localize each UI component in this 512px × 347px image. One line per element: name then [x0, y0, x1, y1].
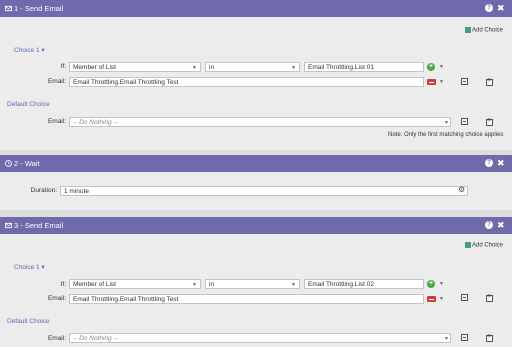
email-label: Email:: [47, 78, 66, 85]
condition-field-value: Member of List: [73, 64, 116, 71]
close-icon[interactable]: ✖: [497, 217, 505, 234]
delete-choice-icon[interactable]: [486, 333, 493, 342]
default-email-select[interactable]: -- Do Nothing -- ▼: [69, 333, 451, 343]
help-icon[interactable]: ?: [485, 4, 493, 12]
remove-icon[interactable]: [427, 296, 436, 302]
step-3-header[interactable]: 3 - Send Email ? ✖: [0, 217, 512, 234]
card-icon[interactable]: [461, 334, 468, 341]
add-value-icon[interactable]: +: [427, 63, 435, 71]
condition-operator-select[interactable]: in ▼: [205, 279, 300, 289]
delete-choice-icon[interactable]: [486, 77, 493, 86]
gear-icon[interactable]: ⚙: [458, 185, 465, 194]
condition-field-select[interactable]: Member of List ▼: [69, 279, 201, 289]
email-value: Email Throttling.Email Throttling Test: [73, 296, 179, 303]
step-2-panel: 2 - Wait ? ✖ Duration: 1 minute ⚙: [0, 155, 512, 210]
clock-icon: [5, 160, 12, 167]
chevron-down-icon[interactable]: ▼: [439, 296, 444, 302]
condition-operator-value: in: [209, 64, 215, 71]
chevron-down-icon[interactable]: ▼: [439, 79, 444, 85]
chevron-down-icon: ▼: [444, 120, 449, 126]
step-title: 2 - Wait: [14, 159, 40, 168]
help-icon[interactable]: ?: [485, 159, 493, 167]
email-value: Email Throttling.Email Throttling Test: [73, 79, 179, 86]
close-icon[interactable]: ✖: [497, 0, 505, 17]
step-2-header[interactable]: 2 - Wait ? ✖: [0, 155, 512, 172]
duration-value: 1 minute: [64, 188, 89, 195]
remove-icon[interactable]: [427, 79, 436, 85]
default-choice-label: Default Choice: [7, 101, 50, 108]
chevron-down-icon[interactable]: ▼: [439, 64, 444, 70]
add-value-icon[interactable]: +: [427, 280, 435, 288]
add-choice-label: Add Choice: [472, 27, 504, 34]
condition-field-select[interactable]: Member of List ▼: [69, 62, 201, 72]
email-input[interactable]: Email Throttling.Email Throttling Test: [69, 77, 424, 87]
duration-input[interactable]: 1 minute: [60, 186, 468, 196]
default-email-value: -- Do Nothing --: [73, 119, 118, 126]
if-label: If:: [60, 63, 66, 70]
email-label: Email:: [47, 295, 66, 302]
card-icon[interactable]: [461, 294, 468, 301]
add-choice-label: Add Choice: [472, 242, 504, 249]
add-choice-button[interactable]: Add Choice: [465, 27, 503, 34]
default-email-select[interactable]: -- Do Nothing -- ▼: [69, 117, 451, 127]
envelope-icon: [5, 5, 12, 12]
close-icon[interactable]: ✖: [497, 155, 505, 172]
card-icon[interactable]: [461, 78, 468, 85]
choice-1-toggle[interactable]: Choice 1 ▾: [14, 46, 45, 54]
chevron-down-icon: ▼: [192, 65, 197, 71]
help-icon[interactable]: ?: [485, 221, 493, 229]
condition-operator-value: in: [209, 281, 215, 288]
condition-value-input[interactable]: Email Throttling.List 02: [304, 279, 424, 289]
default-choice-label: Default Choice: [7, 318, 50, 325]
chevron-down-icon: ▼: [444, 336, 449, 342]
condition-operator-select[interactable]: in ▼: [205, 62, 300, 72]
condition-field-value: Member of List: [73, 281, 116, 288]
email-input[interactable]: Email Throttling.Email Throttling Test: [69, 294, 424, 304]
delete-choice-icon[interactable]: [486, 293, 493, 302]
default-email-value: -- Do Nothing --: [73, 335, 118, 342]
envelope-icon: [5, 222, 12, 229]
step-title: 1 - Send Email: [14, 4, 64, 13]
if-label: If:: [60, 281, 66, 288]
chevron-down-icon[interactable]: ▼: [439, 281, 444, 287]
step-title: 3 - Send Email: [14, 221, 64, 230]
condition-value-text: Email Throttling.List 01: [308, 64, 374, 71]
default-email-label: Email:: [47, 118, 66, 125]
note-text: Note: Only the first matching choice app…: [388, 132, 504, 138]
card-icon[interactable]: [461, 118, 468, 125]
choice-1-toggle[interactable]: Choice 1 ▾: [14, 263, 45, 271]
delete-choice-icon[interactable]: [486, 117, 493, 126]
chevron-down-icon: ▼: [291, 282, 296, 288]
chevron-down-icon: ▼: [291, 65, 296, 71]
chevron-down-icon: ▼: [192, 282, 197, 288]
add-choice-button[interactable]: Add Choice: [465, 242, 503, 249]
step-1-panel: 1 - Send Email ? ✖ Add Choice Choice 1 ▾…: [0, 0, 512, 150]
plus-icon: [465, 242, 471, 248]
step-1-header[interactable]: 1 - Send Email ? ✖: [0, 0, 512, 17]
condition-value-input[interactable]: Email Throttling.List 01: [304, 62, 424, 72]
condition-value-text: Email Throttling.List 02: [308, 281, 374, 288]
plus-icon: [465, 27, 471, 33]
duration-label: Duration:: [30, 187, 57, 194]
default-email-label: Email:: [47, 335, 66, 342]
step-3-panel: 3 - Send Email ? ✖ Add Choice Choice 1 ▾…: [0, 217, 512, 347]
